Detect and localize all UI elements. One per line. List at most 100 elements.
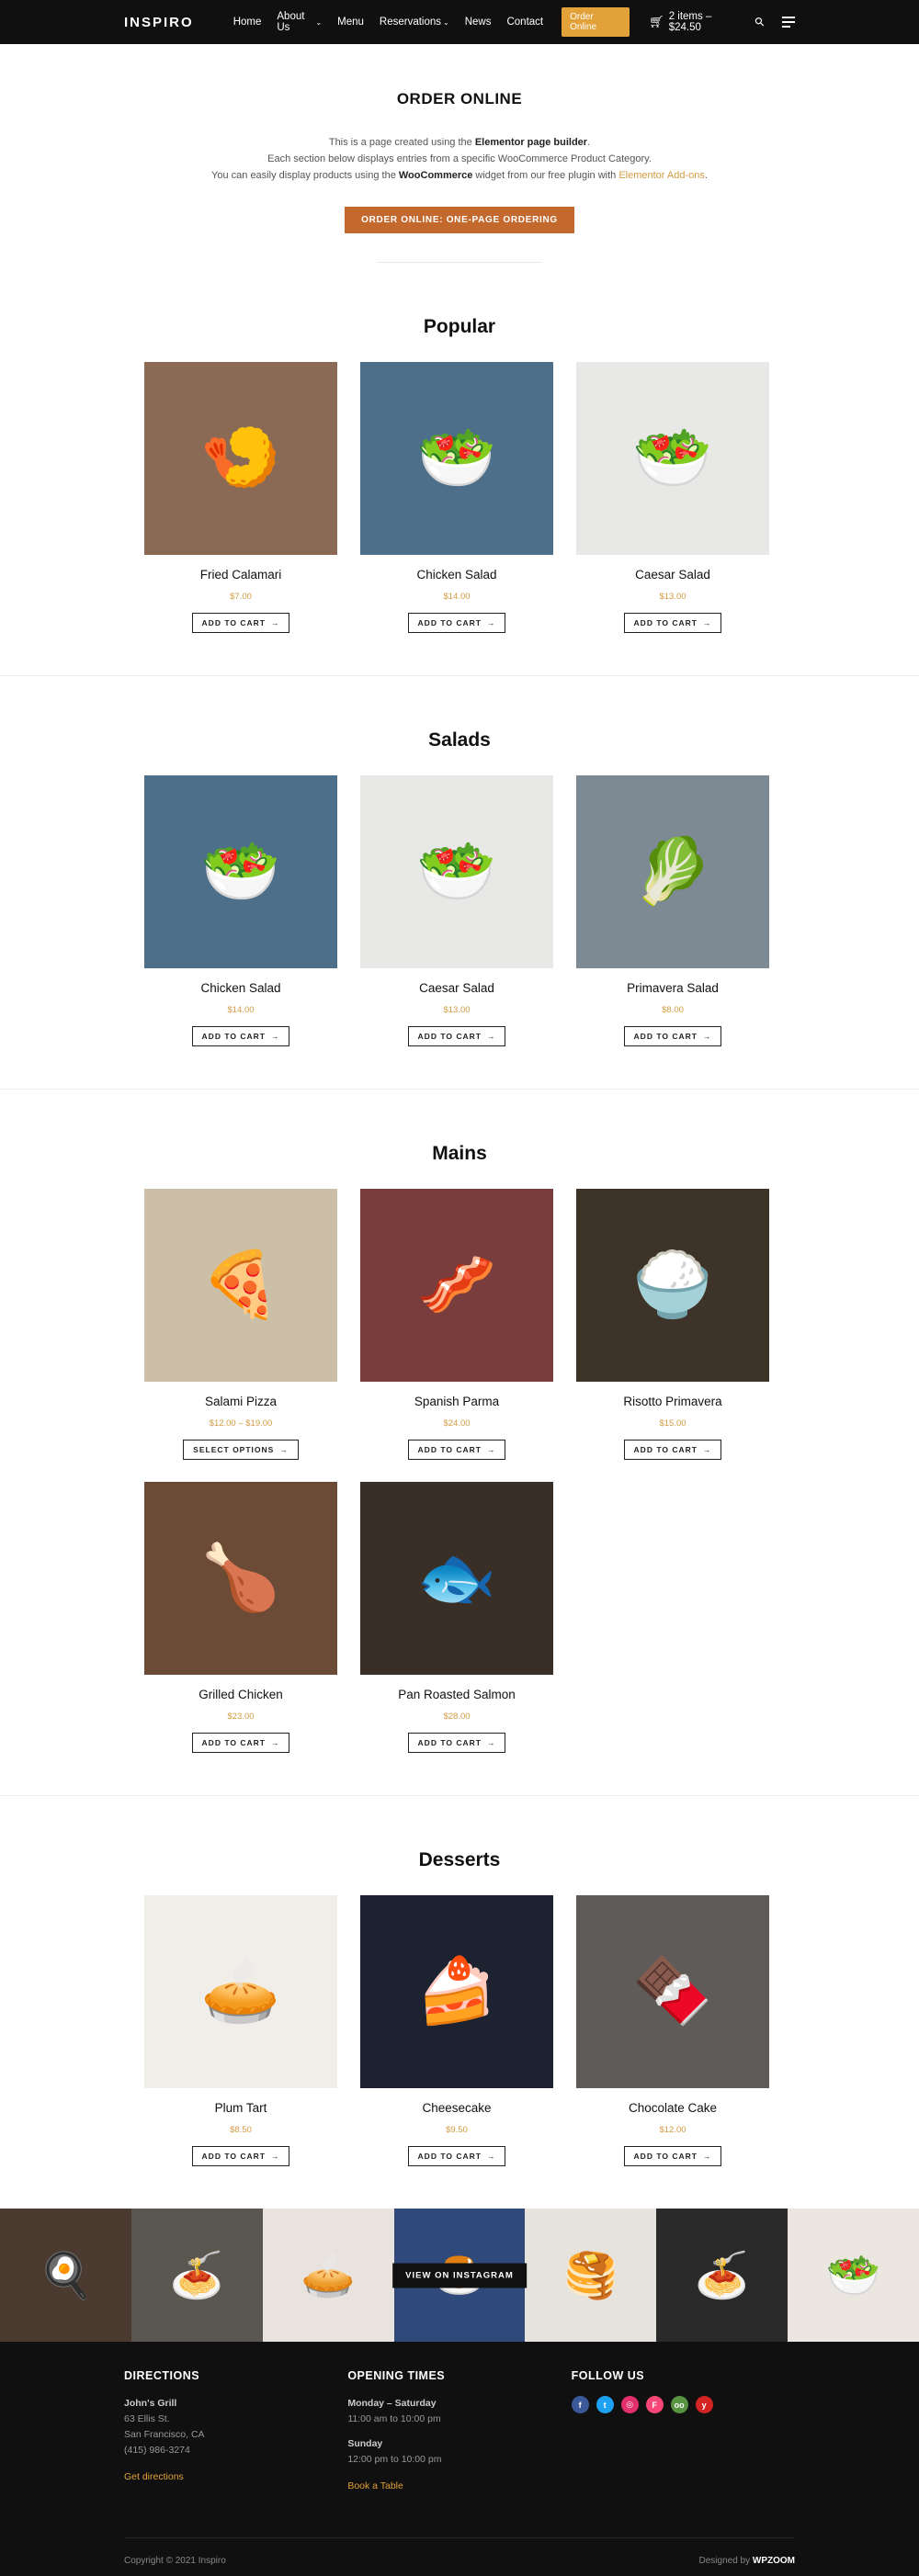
add-to-cart-button[interactable]: ADD TO CART → bbox=[623, 2146, 722, 2166]
product-card: 🥗 Chicken Salad $14.00 ADD TO CART → bbox=[360, 362, 553, 633]
instagram-photo[interactable]: 🥗 bbox=[788, 2209, 919, 2342]
site-logo[interactable]: INSPIRO bbox=[124, 15, 194, 30]
arrow-right-icon: → bbox=[702, 2152, 712, 2161]
product-card: 🐟 Pan Roasted Salmon $28.00 ADD TO CART → bbox=[360, 1482, 553, 1753]
product-name[interactable]: Plum Tart bbox=[144, 2101, 337, 2115]
order-online-button[interactable]: Order Online bbox=[562, 7, 630, 37]
one-page-ordering-button[interactable]: ORDER ONLINE: ONE-PAGE ORDERING bbox=[345, 207, 574, 233]
product-image[interactable]: 🥬 bbox=[576, 775, 769, 968]
add-to-cart-button[interactable]: ADD TO CART → bbox=[623, 613, 722, 633]
product-image[interactable]: 🍚 bbox=[576, 1189, 769, 1382]
add-to-cart-button[interactable]: ADD TO CART → bbox=[407, 1440, 506, 1460]
product-image[interactable]: 🍕 bbox=[144, 1189, 337, 1382]
product-image[interactable]: 🥗 bbox=[360, 362, 553, 555]
product-price: $28.00 bbox=[443, 1712, 471, 1722]
hamburger-menu-icon[interactable] bbox=[782, 17, 795, 28]
intro-text: You can easily display products using th… bbox=[211, 170, 399, 181]
intro-line-2: Each section below displays entries from… bbox=[267, 153, 652, 164]
add-to-cart-button[interactable]: ADD TO CART → bbox=[407, 1733, 506, 1753]
book-a-table-link[interactable]: Book a Table bbox=[347, 2480, 571, 2491]
add-to-cart-button[interactable]: ADD TO CART → bbox=[407, 613, 506, 633]
intro-section: ORDER ONLINE This is a page created usin… bbox=[0, 44, 919, 263]
designer-credit: Designed by WPZOOM bbox=[699, 2556, 795, 2566]
product-name[interactable]: Risotto Primavera bbox=[576, 1395, 769, 1408]
nav-home[interactable]: Home bbox=[233, 17, 262, 28]
hours-time: 11:00 am to 10:00 pm bbox=[347, 2413, 441, 2424]
product-name[interactable]: Grilled Chicken bbox=[144, 1688, 337, 1701]
section-title: Popular bbox=[423, 316, 496, 337]
product-image[interactable]: 🥗 bbox=[144, 775, 337, 968]
view-on-instagram-button[interactable]: VIEW ON INSTAGRAM bbox=[392, 2263, 527, 2288]
yelp-icon[interactable]: y bbox=[695, 2396, 713, 2413]
chevron-down-icon: ⌄ bbox=[315, 17, 323, 27]
twitter-icon[interactable]: t bbox=[596, 2396, 614, 2413]
foursquare-icon[interactable]: F bbox=[645, 2396, 664, 2413]
product-name[interactable]: Primavera Salad bbox=[576, 981, 769, 995]
add-to-cart-button[interactable]: ADD TO CART → bbox=[191, 1733, 290, 1753]
product-image[interactable]: 🥧 bbox=[144, 1895, 337, 2088]
facebook-icon[interactable]: f bbox=[571, 2396, 589, 2413]
search-icon[interactable]: ⚲ bbox=[752, 14, 768, 30]
tripadvisor-icon[interactable]: oo bbox=[670, 2396, 688, 2413]
product-image[interactable]: 🍰 bbox=[360, 1895, 553, 2088]
intro-bold: WooCommerce bbox=[398, 170, 473, 181]
product-image[interactable]: 🍗 bbox=[144, 1482, 337, 1675]
nav-news[interactable]: News bbox=[465, 17, 492, 28]
hours-time: 12:00 pm to 10:00 pm bbox=[347, 2454, 442, 2465]
add-to-cart-button[interactable]: ADD TO CART → bbox=[407, 1026, 506, 1046]
product-image[interactable]: 🥓 bbox=[360, 1189, 553, 1382]
instagram-photo[interactable]: 🥞 bbox=[525, 2209, 657, 2342]
product-price: $8.50 bbox=[230, 2125, 252, 2135]
credit-text: Designed by bbox=[698, 2556, 751, 2566]
add-to-cart-button[interactable]: ADD TO CART → bbox=[191, 1026, 290, 1046]
add-to-cart-button[interactable]: ADD TO CART → bbox=[191, 2146, 290, 2166]
elementor-addons-link[interactable]: Elementor Add-ons bbox=[618, 170, 705, 181]
product-name[interactable]: Caesar Salad bbox=[576, 568, 769, 582]
add-to-cart-button[interactable]: ADD TO CART → bbox=[191, 613, 290, 633]
product-name[interactable]: Pan Roasted Salmon bbox=[360, 1688, 553, 1701]
page-title: ORDER ONLINE bbox=[396, 90, 523, 107]
product-name[interactable]: Chicken Salad bbox=[360, 568, 553, 582]
instagram-photo[interactable]: 🥧 bbox=[262, 2209, 394, 2342]
product-image[interactable]: 🐟 bbox=[360, 1482, 553, 1675]
product-name[interactable]: Fried Calamari bbox=[144, 568, 337, 582]
instagram-photo[interactable]: 🍝 bbox=[130, 2209, 263, 2342]
product-card: 🥬 Primavera Salad $8.00 ADD TO CART → bbox=[576, 775, 769, 1046]
nav-about-us-label: About Us bbox=[277, 11, 305, 33]
product-image[interactable]: 🍤 bbox=[144, 362, 337, 555]
address-street: 63 Ellis St. bbox=[124, 2413, 170, 2424]
instagram-icon[interactable]: ◎ bbox=[620, 2396, 639, 2413]
product-name[interactable]: Chicken Salad bbox=[144, 981, 337, 995]
cart-summary: 2 items – $24.50 bbox=[668, 11, 712, 33]
product-name[interactable]: Spanish Parma bbox=[360, 1395, 553, 1408]
add-to-cart-label: ADD TO CART bbox=[201, 2152, 266, 2161]
nav-reservations-label: Reservations bbox=[379, 17, 442, 28]
nav-contact[interactable]: Contact bbox=[506, 17, 543, 28]
designer-link[interactable]: WPZOOM bbox=[753, 2556, 795, 2566]
add-to-cart-button[interactable]: ADD TO CART → bbox=[623, 1440, 722, 1460]
nav-reservations[interactable]: Reservations ⌄ bbox=[380, 17, 449, 28]
product-image[interactable]: 🥗 bbox=[576, 362, 769, 555]
add-to-cart-label: ADD TO CART bbox=[201, 618, 266, 627]
product-name[interactable]: Cheesecake bbox=[360, 2101, 553, 2115]
product-price: $12.00 bbox=[659, 2125, 686, 2135]
cart-link[interactable]: 🛒︎ 2 items – $24.50 bbox=[649, 11, 744, 33]
get-directions-link[interactable]: Get directions bbox=[124, 2471, 347, 2482]
add-to-cart-button[interactable]: ADD TO CART → bbox=[623, 1026, 722, 1046]
product-name[interactable]: Salami Pizza bbox=[144, 1395, 337, 1408]
nav-menu[interactable]: Menu bbox=[337, 17, 364, 28]
add-to-cart-label: ADD TO CART bbox=[417, 1032, 482, 1041]
product-image[interactable]: 🍫 bbox=[576, 1895, 769, 2088]
arrow-right-icon: → bbox=[270, 1032, 280, 1041]
nav-news-label: News bbox=[464, 17, 492, 28]
product-image[interactable]: 🥗 bbox=[360, 775, 553, 968]
instagram-photo[interactable]: 🍝 bbox=[656, 2209, 789, 2342]
add-to-cart-button[interactable]: ADD TO CART → bbox=[407, 2146, 506, 2166]
product-price: $9.50 bbox=[446, 2125, 468, 2135]
add-to-cart-button[interactable]: SELECT OPTIONS → bbox=[183, 1440, 299, 1460]
product-name[interactable]: Chocolate Cake bbox=[576, 2101, 769, 2115]
instagram-photo[interactable]: 🍳 bbox=[0, 2209, 131, 2342]
product-name[interactable]: Caesar Salad bbox=[360, 981, 553, 995]
nav-about-us[interactable]: About Us ⌄ bbox=[277, 11, 322, 33]
nav-menu-label: Menu bbox=[337, 17, 364, 28]
